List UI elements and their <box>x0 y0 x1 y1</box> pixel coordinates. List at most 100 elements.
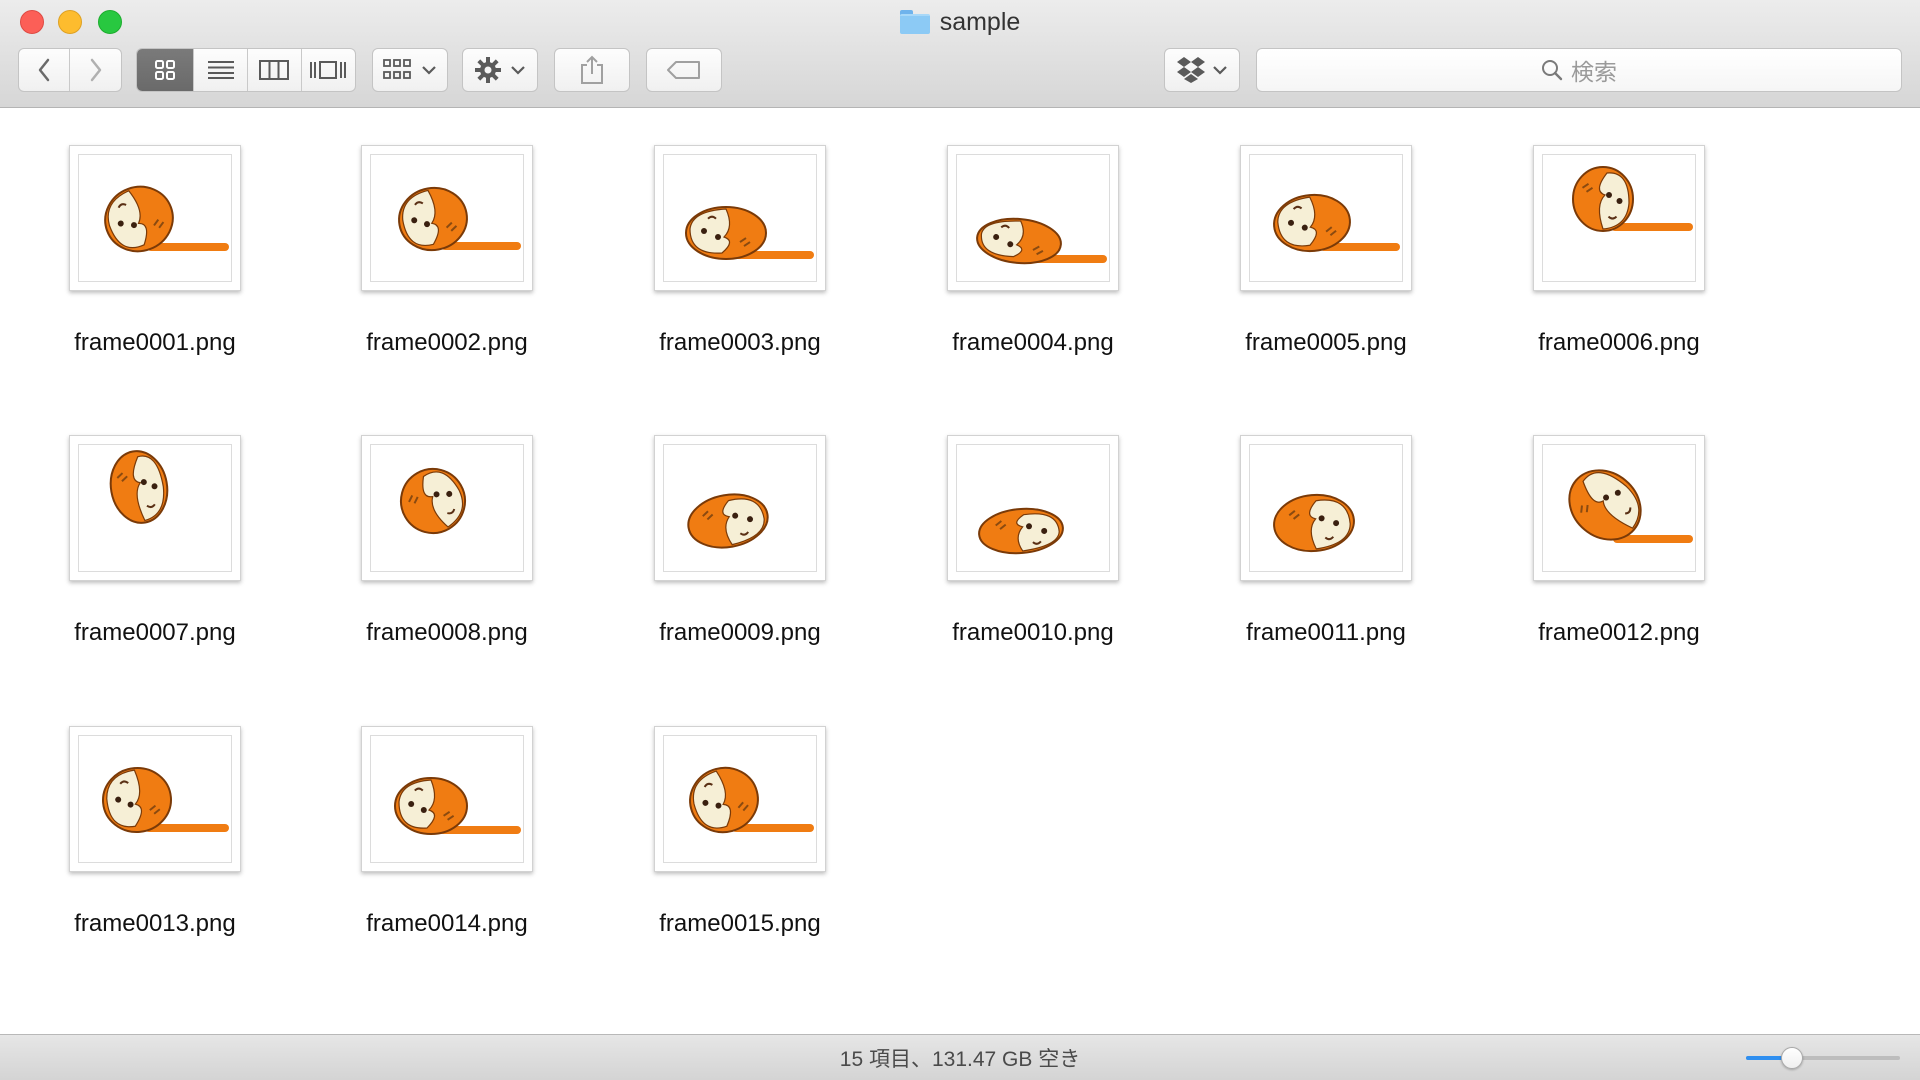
action-button[interactable] <box>462 48 538 92</box>
gear-icon <box>475 57 501 83</box>
file-item[interactable]: frame0014.png <box>293 690 553 950</box>
character-sprite-image <box>1572 166 1693 232</box>
coverflow-view-button[interactable] <box>302 49 356 91</box>
thumbnail-frame <box>78 444 232 572</box>
share-button[interactable] <box>554 48 630 92</box>
file-thumbnail <box>1240 145 1412 291</box>
file-thumbnail <box>69 435 241 581</box>
toolbar: sample 検索 <box>0 0 1920 108</box>
character-sprite-image <box>685 206 814 260</box>
thumbnail-frame <box>956 444 1110 572</box>
file-name: frame0007.png <box>74 619 236 646</box>
chevron-right-icon <box>90 58 101 82</box>
thumbnail-frame <box>1249 444 1403 572</box>
file-name: frame0013.png <box>74 910 236 937</box>
forward-button[interactable] <box>70 49 121 91</box>
file-name: frame0005.png <box>1245 329 1407 356</box>
thumbnail-frame <box>78 735 232 863</box>
file-thumbnail <box>69 726 241 872</box>
file-item[interactable]: frame0010.png <box>879 399 1139 659</box>
dropbox-button[interactable] <box>1164 48 1240 92</box>
icon-size-slider[interactable] <box>1746 1047 1900 1069</box>
list-view-icon <box>207 61 234 79</box>
file-thumbnail <box>361 145 533 291</box>
status-text: 15 項目、131.47 GB 空き <box>839 1047 1081 1071</box>
file-name: frame0010.png <box>952 619 1114 646</box>
chevron-down-icon <box>511 66 525 75</box>
arrange-icon <box>383 59 411 79</box>
file-name: frame0003.png <box>659 329 821 356</box>
thumbnail-frame <box>956 154 1110 282</box>
file-name: frame0015.png <box>659 910 821 937</box>
file-name: frame0001.png <box>74 329 236 356</box>
file-name: frame0014.png <box>366 910 528 937</box>
file-item[interactable]: frame0006.png <box>1465 109 1725 369</box>
navigation-buttons <box>18 48 122 92</box>
character-sprite-image <box>976 217 1107 265</box>
column-view-button[interactable] <box>248 49 302 91</box>
folder-icon <box>899 10 930 34</box>
file-thumbnail <box>69 145 241 291</box>
file-name: frame0006.png <box>1538 329 1700 356</box>
file-item[interactable]: frame0009.png <box>586 399 846 659</box>
file-thumbnail <box>654 726 826 872</box>
search-icon <box>1542 60 1563 81</box>
character-sprite-image <box>1273 493 1355 553</box>
tag-button[interactable] <box>646 48 722 92</box>
file-thumbnail <box>947 145 1119 291</box>
search-field[interactable]: 検索 <box>1256 48 1902 92</box>
character-sprite-image <box>109 450 169 524</box>
file-thumbnail <box>361 726 533 872</box>
file-item[interactable]: frame0008.png <box>293 399 553 659</box>
chevron-down-icon <box>422 66 436 75</box>
file-item[interactable]: frame0005.png <box>1172 109 1432 369</box>
thumbnail-frame <box>663 444 817 572</box>
search-placeholder: 検索 <box>1571 59 1617 85</box>
file-item[interactable]: frame0002.png <box>293 109 553 369</box>
file-item[interactable]: frame0015.png <box>586 690 846 950</box>
share-icon <box>581 55 603 84</box>
file-thumbnail <box>654 145 826 291</box>
thumbnail-frame <box>370 444 524 572</box>
file-item[interactable]: frame0001.png <box>1 109 261 369</box>
thumbnail-frame <box>1542 444 1696 572</box>
character-sprite-image <box>978 507 1064 555</box>
back-button[interactable] <box>19 49 71 91</box>
coverflow-view-icon <box>310 61 347 79</box>
dropbox-icon <box>1177 57 1205 83</box>
character-sprite-image <box>687 493 769 549</box>
thumbnail-frame <box>663 735 817 863</box>
icon-view-icon <box>155 60 176 80</box>
character-sprite-image <box>399 467 466 534</box>
file-name: frame0009.png <box>659 619 821 646</box>
icon-view-button[interactable] <box>137 49 195 91</box>
character-sprite-image <box>398 186 521 252</box>
file-item[interactable]: frame0013.png <box>1 690 261 950</box>
character-sprite-image <box>1273 193 1400 253</box>
window-title-text: sample <box>939 7 1021 36</box>
file-name: frame0011.png <box>1246 619 1406 646</box>
character-sprite-image <box>104 185 229 253</box>
slider-knob[interactable] <box>1781 1047 1804 1069</box>
file-thumbnail <box>947 435 1119 581</box>
character-sprite-image <box>102 766 229 834</box>
thumbnail-frame <box>1542 154 1696 282</box>
file-item[interactable]: frame0011.png <box>1172 399 1432 659</box>
chevron-left-icon <box>38 58 50 82</box>
finder-window: sample 検索 frame0001.png frame0002.png fr… <box>0 0 1920 1080</box>
file-item[interactable]: frame0004.png <box>879 109 1139 369</box>
column-view-icon <box>259 60 290 80</box>
thumbnail-frame <box>370 735 524 863</box>
file-name: frame0004.png <box>952 329 1114 356</box>
file-thumbnail <box>1240 435 1412 581</box>
file-item[interactable]: frame0003.png <box>586 109 846 369</box>
file-name: frame0008.png <box>366 619 528 646</box>
file-item[interactable]: frame0007.png <box>1 399 261 659</box>
file-item[interactable]: frame0012.png <box>1465 399 1725 659</box>
list-view-button[interactable] <box>194 49 248 91</box>
tag-icon <box>667 61 700 79</box>
file-thumbnail <box>654 435 826 581</box>
arrange-button[interactable] <box>372 48 448 92</box>
thumbnail-frame <box>78 154 232 282</box>
file-thumbnail <box>361 435 533 581</box>
